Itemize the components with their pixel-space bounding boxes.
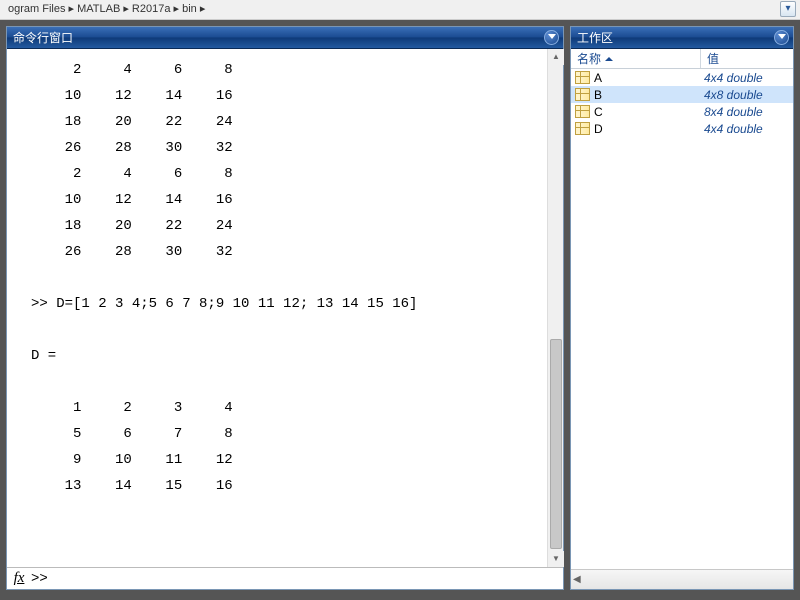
workspace-row[interactable]: C8x4 double	[571, 103, 793, 120]
workspace-header[interactable]: 名称 值	[571, 49, 793, 69]
variable-icon	[575, 88, 590, 101]
scroll-down-icon[interactable]: ▼	[548, 551, 564, 567]
scroll-up-icon[interactable]: ▲	[548, 49, 564, 65]
command-window-pane: 命令行窗口 2 4 6 8 10 12 14 16 18 20 22 24 26…	[6, 26, 564, 590]
workspace-row[interactable]: D4x4 double	[571, 120, 793, 137]
variable-name: D	[594, 122, 704, 136]
fx-icon[interactable]: fx	[7, 570, 31, 587]
workspace-pane: 工作区 名称 值 A4x4 doubleB4x8 doubleC8x4 doub…	[570, 26, 794, 590]
vertical-scrollbar[interactable]: ▲ ▼	[547, 49, 563, 567]
command-input-row[interactable]: fx >>	[7, 567, 563, 589]
minimize-icon[interactable]	[544, 30, 559, 45]
workspace-title: 工作区	[577, 31, 613, 45]
workspace-row[interactable]: B4x8 double	[571, 86, 793, 103]
command-window-body[interactable]: 2 4 6 8 10 12 14 16 18 20 22 24 26 28 30…	[7, 49, 563, 567]
variable-value: 4x8 double	[704, 88, 763, 102]
breadcrumb-dropdown-icon[interactable]: ▾	[780, 1, 796, 17]
col-name-label: 名称	[577, 50, 601, 67]
workspace-titlebar[interactable]: 工作区	[571, 27, 793, 49]
work-area: 命令行窗口 2 4 6 8 10 12 14 16 18 20 22 24 26…	[0, 20, 800, 600]
variable-name: B	[594, 88, 704, 102]
workspace-bottom-bar[interactable]: ◀	[571, 569, 793, 589]
command-window-titlebar[interactable]: 命令行窗口	[7, 27, 563, 49]
variable-icon	[575, 105, 590, 118]
variable-icon	[575, 71, 590, 84]
prompt-text: >>	[31, 571, 48, 587]
workspace-row[interactable]: A4x4 double	[571, 69, 793, 86]
workspace-body[interactable]: A4x4 doubleB4x8 doubleC8x4 doubleD4x4 do…	[571, 69, 793, 567]
workspace-col-name[interactable]: 名称	[571, 49, 701, 68]
minimize-icon[interactable]	[774, 30, 789, 45]
scroll-thumb[interactable]	[550, 339, 562, 549]
sort-asc-icon	[605, 57, 613, 61]
breadcrumb-text: ogram Files ▸ MATLAB ▸ R2017a ▸ bin ▸	[8, 3, 205, 15]
workspace-col-value[interactable]: 值	[701, 49, 793, 68]
breadcrumb-bar[interactable]: ogram Files ▸ MATLAB ▸ R2017a ▸ bin ▸ ▾	[0, 0, 800, 20]
variable-name: A	[594, 71, 704, 85]
variable-value: 4x4 double	[704, 122, 763, 136]
variable-value: 4x4 double	[704, 71, 763, 85]
hscroll-left-icon[interactable]: ◀	[573, 574, 581, 585]
variable-icon	[575, 122, 590, 135]
command-window-title: 命令行窗口	[13, 31, 73, 45]
variable-name: C	[594, 105, 704, 119]
col-value-label: 值	[707, 50, 719, 67]
variable-value: 8x4 double	[704, 105, 763, 119]
